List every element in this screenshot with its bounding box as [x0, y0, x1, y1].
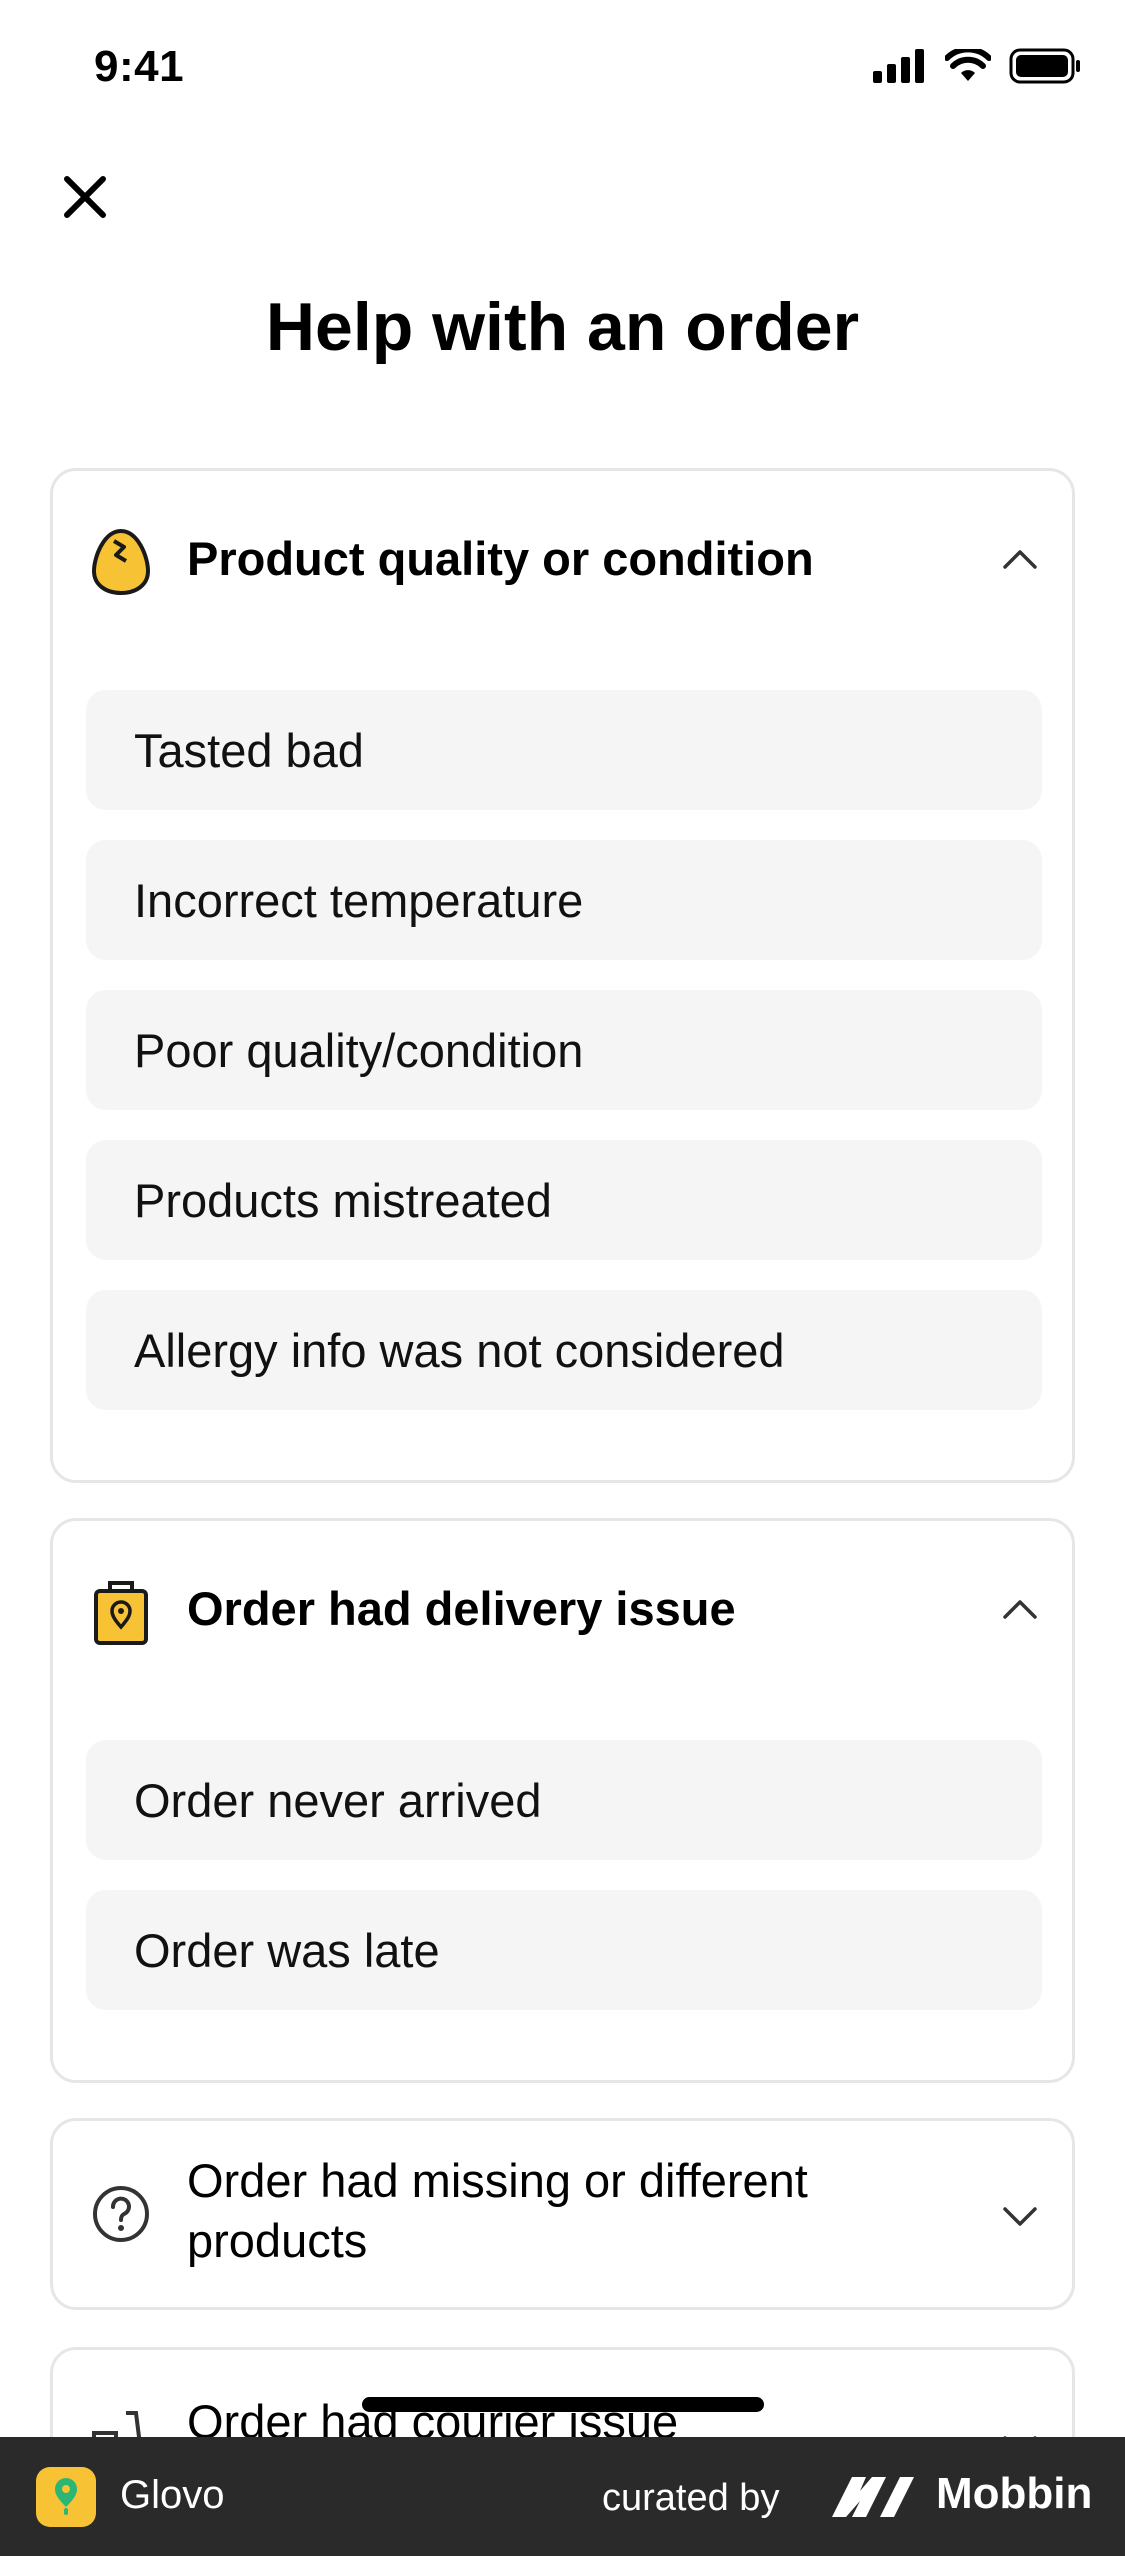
option-allergy-info[interactable]: Allergy info was not considered [86, 1290, 1042, 1410]
glovo-logo-icon [36, 2467, 96, 2527]
location-bag-icon [89, 1577, 153, 1647]
option-incorrect-temperature[interactable]: Incorrect temperature [86, 840, 1042, 960]
cracked-egg-icon [89, 527, 153, 597]
mobbin-brand: Mobbin [936, 2469, 1093, 2518]
page-title: Help with an order [265, 289, 860, 365]
mobbin-logo-icon [830, 2471, 920, 2521]
close-button[interactable] [50, 162, 120, 232]
chevron-down-icon[interactable] [998, 2195, 1042, 2239]
section-product-quality: Product quality or condition Tasted bad … [50, 468, 1075, 1483]
section-title: Order had delivery issue [187, 1582, 736, 1635]
section-delivery-issue: Order had delivery issue Order never arr… [50, 1518, 1075, 2083]
status-icons [873, 48, 1081, 84]
chevron-up-icon[interactable] [998, 1587, 1042, 1631]
question-circle-icon [89, 2179, 153, 2249]
battery-icon [1009, 48, 1080, 84]
option-order-never-arrived[interactable]: Order never arrived [86, 1740, 1042, 1860]
section-header-product-quality[interactable]: Product quality or condition [53, 471, 1072, 651]
status-time: 9:41 [94, 42, 185, 91]
chevron-up-icon[interactable] [998, 537, 1042, 581]
wifi-icon [945, 49, 991, 81]
option-products-mistreated[interactable]: Products mistreated [86, 1140, 1042, 1260]
home-indicator [362, 2397, 764, 2412]
option-poor-quality[interactable]: Poor quality/condition [86, 990, 1042, 1110]
section-header-delivery-issue[interactable]: Order had delivery issue [53, 1521, 1072, 1701]
footer-banner: Glovo curated by Mobbin [0, 2437, 1125, 2556]
status-bar: 9:41 [0, 0, 1125, 140]
option-tasted-bad[interactable]: Tasted bad [86, 690, 1042, 810]
app-name: Glovo [120, 2473, 225, 2517]
option-order-was-late[interactable]: Order was late [86, 1890, 1042, 2010]
section-title: Product quality or condition [187, 532, 814, 585]
curated-by-label: curated by [602, 2477, 780, 2519]
section-missing-products[interactable]: Order had missing or different products [50, 2118, 1075, 2310]
signal-icon [873, 49, 924, 83]
section-title: Order had missing or different products [187, 2154, 808, 2267]
close-icon [64, 176, 106, 218]
